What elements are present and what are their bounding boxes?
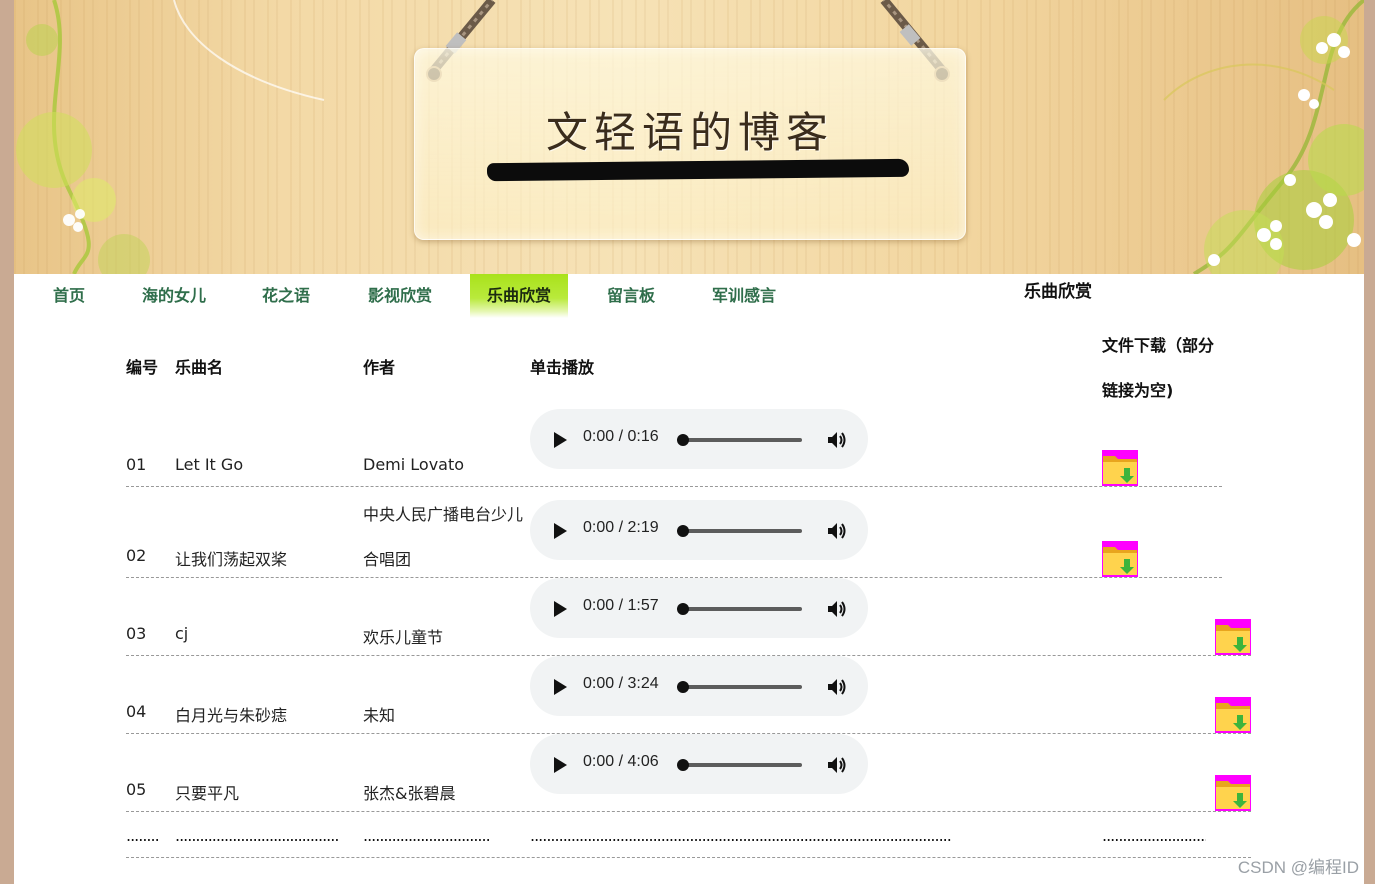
row-divider <box>126 857 1251 858</box>
header-play: 单击播放 <box>530 358 595 377</box>
play-icon[interactable] <box>554 601 567 617</box>
row-divider <box>126 811 1251 812</box>
redacted-subtitle <box>486 158 910 182</box>
main-nav: 首页 海的女儿 花之语 影视欣赏 乐曲欣赏 留言板 军训感言 <box>14 274 1024 318</box>
nav-item-music[interactable]: 乐曲欣赏 <box>470 274 568 318</box>
header-download-line2: 链接为空) <box>1102 381 1174 400</box>
nav-item-message-board[interactable]: 留言板 <box>594 274 668 318</box>
row-number: 05 <box>126 780 147 799</box>
time-display: 0:00 / 4:06 <box>583 753 659 770</box>
filler-download: ............................... <box>1102 826 1206 845</box>
progress-thumb[interactable] <box>677 434 689 446</box>
time-display: 0:00 / 2:19 <box>583 519 659 536</box>
hanging-sign: 文轻语的博客 <box>414 48 966 240</box>
blog-title: 文轻语的博客 <box>545 108 834 157</box>
audio-player[interactable]: 0:00 / 3:24 <box>530 656 868 716</box>
progress-track[interactable] <box>680 685 802 689</box>
filler-play: ........................................… <box>530 826 952 845</box>
volume-icon[interactable] <box>826 754 848 776</box>
nav-item-movies[interactable]: 影视欣赏 <box>352 274 448 318</box>
filler-song: ........................................… <box>175 826 339 845</box>
audio-player[interactable]: 0:00 / 1:57 <box>530 578 868 638</box>
nav-item-little-mermaid[interactable]: 海的女儿 <box>126 274 222 318</box>
row-number: 04 <box>126 702 147 721</box>
time-display: 0:00 / 0:16 <box>583 428 659 445</box>
play-icon[interactable] <box>554 757 567 773</box>
watermark: CSDN @编程ID <box>1237 858 1359 877</box>
folder-download-icon[interactable] <box>1215 619 1251 655</box>
row-song: 让我们荡起双桨 <box>175 550 288 569</box>
progress-thumb[interactable] <box>677 603 689 615</box>
nav-item-flower-language[interactable]: 花之语 <box>246 274 326 318</box>
time-display: 0:00 / 1:57 <box>583 597 659 614</box>
row-number: 01 <box>126 455 147 474</box>
page: 文轻语的博客 首页 海的女儿 花之语 影视欣赏 乐曲欣赏 留言板 军训感言 乐曲… <box>14 0 1364 884</box>
row-author: Demi Lovato <box>363 455 465 474</box>
progress-thumb[interactable] <box>677 525 689 537</box>
nav-item-military-training[interactable]: 军训感言 <box>698 274 790 318</box>
volume-icon[interactable] <box>826 676 848 698</box>
play-icon[interactable] <box>554 679 567 695</box>
nav-item-home[interactable]: 首页 <box>38 274 100 318</box>
volume-icon[interactable] <box>826 598 848 620</box>
row-number: 02 <box>126 546 147 565</box>
row-song: Let It Go <box>175 455 244 474</box>
progress-track[interactable] <box>680 607 802 611</box>
volume-icon[interactable] <box>826 520 848 542</box>
row-author: 未知 <box>363 706 396 725</box>
play-icon[interactable] <box>554 432 567 448</box>
row-author: 中央人民广播电台少儿 <box>363 505 524 524</box>
row-song: 白月光与朱砂痣 <box>175 706 288 725</box>
folder-download-icon[interactable] <box>1215 697 1251 733</box>
play-icon[interactable] <box>554 523 567 539</box>
filler-number: ........ <box>126 826 160 845</box>
time-display: 0:00 / 3:24 <box>583 675 659 692</box>
section-title: 乐曲欣赏 <box>1024 282 1092 302</box>
row-song: 只要平凡 <box>175 784 240 803</box>
folder-download-icon[interactable] <box>1102 541 1138 577</box>
progress-thumb[interactable] <box>677 759 689 771</box>
row-song: cj <box>175 624 189 643</box>
filler-author: ............................... <box>363 826 491 845</box>
progress-track[interactable] <box>680 529 802 533</box>
header-song: 乐曲名 <box>175 358 224 377</box>
header-number: 编号 <box>126 358 159 377</box>
progress-track[interactable] <box>680 438 802 442</box>
volume-icon[interactable] <box>826 429 848 451</box>
folder-download-icon[interactable] <box>1102 450 1138 486</box>
header-download-line1: 文件下载（部分 <box>1102 336 1215 355</box>
row-author: 张杰&张碧晨 <box>363 784 456 803</box>
audio-player[interactable]: 0:00 / 4:06 <box>530 734 868 794</box>
row-author-line2: 合唱团 <box>363 550 412 569</box>
progress-track[interactable] <box>680 763 802 767</box>
row-divider <box>126 486 1222 487</box>
banner: 文轻语的博客 <box>14 0 1364 274</box>
progress-thumb[interactable] <box>677 681 689 693</box>
header-author: 作者 <box>363 358 396 377</box>
row-author: 欢乐儿童节 <box>363 628 444 647</box>
row-number: 03 <box>126 624 147 643</box>
folder-download-icon[interactable] <box>1215 775 1251 811</box>
audio-player[interactable]: 0:00 / 2:19 <box>530 500 868 560</box>
audio-player[interactable]: 0:00 / 0:16 <box>530 409 868 469</box>
